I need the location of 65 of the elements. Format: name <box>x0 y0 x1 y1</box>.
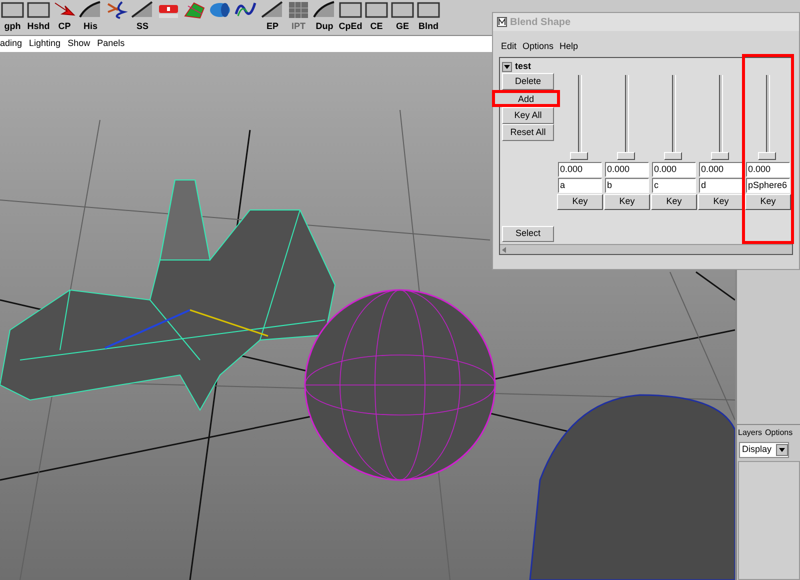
target-name-field[interactable]: c <box>652 178 696 193</box>
key-button[interactable]: Key <box>557 194 603 210</box>
weight-slider[interactable] <box>617 75 637 160</box>
shape-button[interactable]: Key All <box>502 107 554 124</box>
shelf-button[interactable]: CE <box>364 0 389 34</box>
cube-icon <box>286 0 311 20</box>
weight-field[interactable]: 0.000 <box>558 162 602 177</box>
shelf-button[interactable]: CpEd <box>338 0 363 34</box>
key-button[interactable]: Key <box>745 194 791 210</box>
menu-item[interactable]: ading <box>0 37 22 51</box>
mesh-icon <box>182 0 207 20</box>
shape-button[interactable]: Delete <box>502 73 554 90</box>
shelf-button[interactable]: Hshd <box>26 0 51 34</box>
key-button[interactable]: Key <box>604 194 650 210</box>
shelf-button[interactable]: Blnd <box>416 0 441 34</box>
shelf-button[interactable]: GE <box>390 0 415 34</box>
slider-thumb[interactable] <box>758 152 776 160</box>
slider-thumb[interactable] <box>570 152 588 160</box>
slider-thumb[interactable] <box>711 152 729 160</box>
menu-item[interactable]: Options <box>522 40 554 54</box>
slider-thumb[interactable] <box>617 152 635 160</box>
weight-slider[interactable] <box>758 75 778 160</box>
menu-item[interactable]: Help <box>560 40 578 54</box>
blend-node-name: test <box>515 60 532 74</box>
curve-icon <box>312 0 337 20</box>
horizontal-scrollbar[interactable] <box>500 244 792 254</box>
menu-item[interactable]: Options <box>765 427 793 439</box>
shelf-button[interactable]: SS <box>130 0 155 34</box>
weight-field[interactable]: 0.000 <box>605 162 649 177</box>
transform-manipulator[interactable] <box>104 309 268 349</box>
key-button[interactable]: Key <box>698 194 744 210</box>
menu-item[interactable]: Edit <box>501 40 517 54</box>
slash-icon <box>260 0 285 20</box>
key-button[interactable]: Key <box>651 194 697 210</box>
shape-button[interactable]: Add <box>492 90 560 107</box>
app-logo-icon <box>497 17 507 27</box>
menu-item[interactable]: Lighting <box>29 37 61 51</box>
shape-button[interactable]: Reset All <box>502 124 554 141</box>
window-title: Blend Shape <box>510 16 571 30</box>
target-name-field[interactable]: d <box>699 178 743 193</box>
weight-slider[interactable] <box>711 75 731 160</box>
shelf-button[interactable]: His <box>78 0 103 34</box>
target-name-field[interactable]: b <box>605 178 649 193</box>
curve-icon <box>78 0 103 20</box>
display-dropdown[interactable]: Display <box>739 442 789 458</box>
menu-item[interactable]: Panels <box>97 37 125 51</box>
slash-icon <box>130 0 155 20</box>
target-name-field[interactable]: pSphere6 <box>746 178 790 193</box>
slider-thumb[interactable] <box>664 152 682 160</box>
scroll-left-arrow-icon[interactable] <box>502 246 506 252</box>
target-name-field[interactable]: a <box>558 178 602 193</box>
weight-slider[interactable] <box>570 75 590 160</box>
shelf-button[interactable]: EP <box>260 0 285 34</box>
collapse-arrow-icon[interactable] <box>502 62 512 72</box>
cylinder-icon <box>208 0 233 20</box>
select-button[interactable]: Select <box>502 226 554 242</box>
weight-field[interactable]: 0.000 <box>699 162 743 177</box>
weight-slider[interactable] <box>664 75 684 160</box>
shelf-button[interactable]: gph <box>0 0 25 34</box>
menu-item[interactable]: Show <box>68 37 90 51</box>
shelf-button[interactable]: CP <box>52 0 77 34</box>
menu-item[interactable]: Layers <box>738 427 762 439</box>
weight-field[interactable]: 0.000 <box>652 162 696 177</box>
shelf-button[interactable]: Dup <box>312 0 337 34</box>
weight-field[interactable]: 0.000 <box>746 162 790 177</box>
